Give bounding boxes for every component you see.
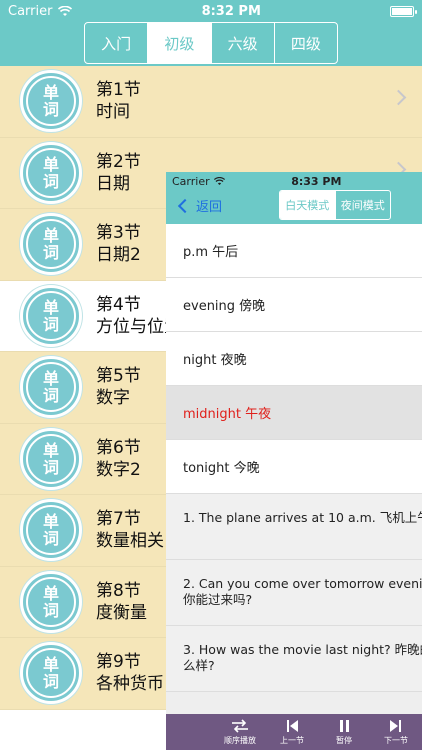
status-time: 8:32 PM	[201, 3, 261, 19]
word-list: p.m 午后 evening 傍晚 night 夜晚 midnight 午夜 t…	[166, 224, 422, 692]
shuffle-icon	[232, 718, 248, 733]
word-logo-icon: 单词	[20, 499, 82, 562]
lesson-subtitle: 度衡量	[96, 602, 147, 623]
previous-icon	[287, 719, 298, 732]
lesson-title: 第3节	[96, 223, 141, 244]
word-logo-icon: 单词	[20, 356, 82, 419]
toolbar-label: 暂停	[336, 735, 352, 745]
battery-icon	[389, 5, 417, 17]
detail-header: Carrier 8:33 PM 返回 白天模式 夜间模式	[166, 172, 422, 224]
toolbar-label: 上一节	[280, 735, 304, 745]
pause-button[interactable]: 暂停	[318, 714, 370, 750]
night-mode-button[interactable]: 夜间模式	[334, 191, 391, 219]
lesson-subtitle: 日期2	[96, 245, 141, 266]
toolbar-label: 顺序播放	[224, 735, 256, 745]
detail-status-time: 8:33 PM	[291, 174, 342, 188]
sentence-line: 1. The plane arrives at 10 a.m. 飞机上午十	[183, 510, 422, 525]
lesson-title: 第5节	[96, 366, 141, 387]
sentence-line: 3. How was the movie last night? 昨晚的	[183, 642, 422, 657]
back-label: 返回	[196, 200, 223, 215]
back-button[interactable]: 返回	[174, 196, 222, 215]
chevron-right-icon	[390, 89, 407, 106]
word-logo-icon: 单词	[20, 141, 82, 204]
display-mode-control: 白天模式 夜间模式	[279, 190, 391, 220]
wifi-icon	[213, 176, 225, 185]
sentence-line: 么样?	[183, 658, 215, 673]
word-item[interactable]: night 夜晚	[166, 332, 422, 386]
lesson-title: 第6节	[96, 437, 141, 458]
playback-toolbar: 顺序播放 上一节 暂停 下一节	[166, 714, 422, 750]
wifi-icon	[58, 5, 73, 16]
detail-status-bar: Carrier 8:33 PM	[166, 172, 422, 190]
word-item[interactable]: tonight 今晚	[166, 440, 422, 494]
lesson-subtitle: 数字2	[96, 459, 141, 480]
word-logo-icon: 单词	[20, 284, 82, 347]
level-tab-beginner[interactable]: 入门	[85, 23, 149, 63]
carrier-label: Carrier	[8, 3, 53, 19]
level-segmented-control: 入门 初级 六级 四级	[84, 22, 338, 64]
word-logo-icon: 单词	[20, 570, 82, 633]
word-item-current[interactable]: midnight 午夜	[166, 386, 422, 440]
level-tab-cet4[interactable]: 四级	[275, 23, 337, 63]
lesson-subtitle: 各种货币	[96, 674, 164, 695]
word-logo-icon: 单词	[20, 70, 82, 133]
word-logo-icon: 单词	[20, 427, 82, 490]
word-logo-icon: 单词	[20, 213, 82, 276]
top-header: Carrier 8:32 PM 入门 初级 六级 四级	[0, 0, 422, 66]
pause-icon	[340, 719, 349, 732]
word-logo-icon: 单词	[20, 642, 82, 705]
sentence-item[interactable]: 3. How was the movie last night? 昨晚的 么样?	[166, 626, 422, 692]
sentence-item[interactable]: 2. Can you come over tomorrow evening 你能…	[166, 560, 422, 626]
word-item[interactable]: evening 傍晚	[166, 278, 422, 332]
day-mode-button[interactable]: 白天模式	[280, 191, 335, 219]
lesson-title: 第1节	[96, 80, 141, 101]
next-icon	[390, 719, 401, 732]
lesson-subtitle: 时间	[96, 102, 130, 123]
lesson-subtitle: 日期	[96, 173, 130, 194]
chevron-left-icon	[177, 198, 193, 213]
level-tab-elementary[interactable]: 初级	[148, 23, 212, 63]
lesson-title: 第2节	[96, 151, 141, 172]
toolbar-label: 下一节	[384, 735, 408, 745]
lesson-subtitle: 数字	[96, 388, 130, 409]
lesson-title: 第9节	[96, 652, 141, 673]
previous-button[interactable]: 上一节	[266, 714, 318, 750]
lesson-row-1[interactable]: 单词 第1节 时间	[0, 66, 422, 138]
lesson-title: 第7节	[96, 509, 141, 530]
sentence-line: 你能过来吗?	[183, 592, 253, 607]
shuffle-order-button[interactable]: 顺序播放	[214, 714, 266, 750]
lesson-title: 第8节	[96, 580, 141, 601]
word-item[interactable]: p.m 午后	[166, 224, 422, 278]
detail-carrier-label: Carrier	[172, 174, 210, 188]
level-tab-cet6[interactable]: 六级	[212, 23, 275, 63]
lesson-subtitle: 数量相关	[96, 531, 164, 552]
next-button[interactable]: 下一节	[370, 714, 422, 750]
word-detail-screen: Carrier 8:33 PM 返回 白天模式 夜间模式 p.m 午后 even…	[166, 172, 422, 750]
status-bar: Carrier 8:32 PM	[0, 0, 422, 22]
sentence-item[interactable]: 1. The plane arrives at 10 a.m. 飞机上午十	[166, 494, 422, 560]
sentence-line: 2. Can you come over tomorrow evening	[183, 576, 422, 591]
